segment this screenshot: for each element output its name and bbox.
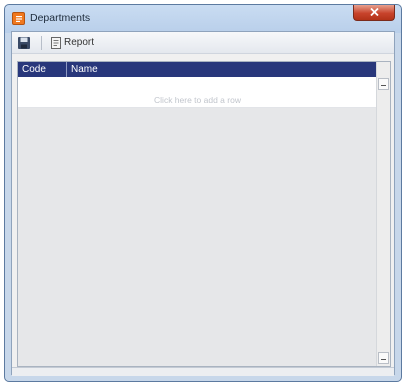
report-label: Report: [64, 37, 95, 48]
toolbar: Report: [12, 32, 394, 54]
save-icon: [18, 37, 30, 49]
departments-grid: Code Name Click here to add a row: [17, 61, 391, 367]
add-row[interactable]: Click here to add a row: [18, 77, 377, 108]
scroll-down-button[interactable]: [378, 352, 389, 364]
scroll-up-button[interactable]: [378, 78, 389, 90]
window-title: Departments: [30, 12, 91, 24]
close-button[interactable]: [353, 5, 395, 21]
status-bar: [12, 367, 394, 376]
title-bar[interactable]: Departments: [5, 5, 401, 31]
close-icon: [370, 8, 379, 16]
column-divider[interactable]: [66, 62, 67, 77]
column-header-name[interactable]: Name: [71, 64, 98, 75]
add-row-prompt: Click here to add a row: [154, 95, 241, 105]
toolbar-separator: [41, 36, 42, 50]
save-button[interactable]: [17, 36, 31, 50]
column-header-code[interactable]: Code: [22, 64, 46, 75]
grid-header: Code Name: [18, 62, 377, 77]
window-content: Report Code Name Click here to add a row: [11, 31, 395, 376]
report-icon: [51, 37, 61, 49]
vertical-scrollbar[interactable]: [376, 62, 390, 366]
app-icon: [12, 12, 25, 25]
departments-window: Departments Report Code Name Click here …: [4, 4, 402, 382]
